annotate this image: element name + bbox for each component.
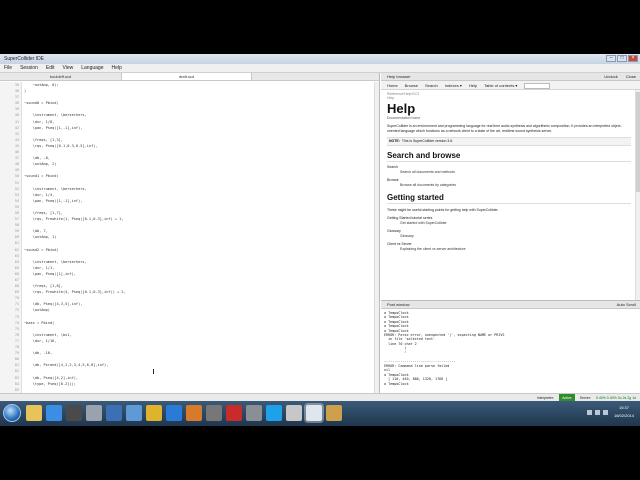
- code-editor[interactable]: bouldeff.scd draft.scd 35 36 37 38 39 40 41 42 4…: [0, 73, 380, 426]
- clock-time: 15:37: [618, 405, 629, 410]
- help-search-input[interactable]: [524, 82, 551, 89]
- supercollider-icon[interactable]: [306, 405, 322, 421]
- help-note-text: This is SuperCollider version 3.6: [401, 139, 453, 143]
- ie-icon[interactable]: [46, 405, 62, 421]
- help-browser-title: Help browser: [387, 74, 411, 79]
- desktop-screen: SuperCollider IDE – □ × File Session Edi…: [0, 54, 640, 426]
- help-close-button[interactable]: Close: [626, 73, 636, 81]
- code-icon[interactable]: [246, 405, 262, 421]
- help-help-button[interactable]: Help: [469, 81, 477, 89]
- audio-icon[interactable]: [286, 405, 302, 421]
- ie2-icon[interactable]: [166, 405, 182, 421]
- close-icon[interactable]: ×: [628, 55, 638, 62]
- help-toc-dropdown[interactable]: Table of contents ▾: [484, 81, 517, 89]
- help-content: Reference/Help/SC3 Help Help Documentati…: [387, 92, 631, 252]
- menu-view[interactable]: View: [62, 64, 73, 72]
- help-def-search: Search all documents and methods: [400, 170, 455, 174]
- help-scroll-thumb[interactable]: [636, 92, 640, 192]
- help-title: Help: [387, 101, 416, 116]
- media-icon[interactable]: [186, 405, 202, 421]
- help-toolbar: Home Browse Search Indexes ▾ Help Table …: [381, 81, 640, 90]
- help-home-button[interactable]: Home: [387, 81, 398, 89]
- post-autoscroll-toggle[interactable]: Auto Scroll: [617, 301, 636, 309]
- clock[interactable]: 15:37 16/02/2014: [614, 404, 634, 420]
- menu-session[interactable]: Session: [20, 64, 38, 72]
- tray-flag-icon[interactable]: [603, 410, 608, 415]
- window-title: SuperCollider IDE: [4, 56, 45, 62]
- help-def-client-server: Explaining the client vs server architec…: [400, 247, 466, 251]
- menu-edit[interactable]: Edit: [46, 64, 55, 72]
- calculator-icon[interactable]: [86, 405, 102, 421]
- post-window-header: Post window Auto Scroll: [381, 301, 640, 309]
- help-note: NOTE: This is SuperCollider version 3.6: [387, 137, 631, 146]
- help-def-browse: Browse all documents by categories: [400, 183, 457, 187]
- folder-icon[interactable]: [326, 405, 342, 421]
- system-tray: [587, 410, 608, 415]
- help-undock-button[interactable]: Undock: [604, 73, 618, 81]
- help-browser: Help browser Undock Close Home Browse Se…: [381, 73, 640, 300]
- line-number-gutter: 35 36 37 38 39 40 41 42 43 44 45 46 47 48 49 50 51 52 53 54…: [0, 82, 22, 426]
- editor-scrollbar[interactable]: [374, 82, 379, 393]
- menu-bar: File Session Edit View Language Help: [0, 64, 640, 73]
- help-intro: SuperCollider is an environment and prog…: [387, 124, 622, 133]
- taskbar: 15:37 16/02/2014: [0, 401, 640, 426]
- editor-tab-bar: bouldeff.scd draft.scd: [0, 73, 379, 81]
- help-browser-header: Help browser Undock Close: [381, 73, 640, 81]
- help-search-button[interactable]: Search: [425, 81, 438, 89]
- post-window: Post window Auto Scroll a TempoClock a Te…: [381, 300, 640, 393]
- network-icon[interactable]: [126, 405, 142, 421]
- tab-draft[interactable]: draft.scd: [122, 73, 252, 80]
- menu-help[interactable]: Help: [111, 64, 121, 72]
- tray-network-icon[interactable]: [587, 410, 592, 415]
- help-def-glossary: Glossary: [400, 234, 414, 238]
- post-line: a TempoClock: [384, 381, 409, 386]
- help-section-search: Search and browse: [387, 151, 631, 162]
- maximize-icon[interactable]: □: [617, 55, 627, 62]
- help-breadcrumb-2: Help: [387, 96, 395, 100]
- help-def-tutorial: Get started with SuperCollider: [400, 221, 447, 225]
- help-note-label: NOTE:: [389, 139, 400, 143]
- tab-bouldeff[interactable]: bouldeff.scd: [0, 73, 122, 80]
- help-getting-started-intro: These might be useful starting points fo…: [387, 208, 499, 212]
- code-text[interactable]: ~outAmp, 0);) ~sound0 = Pbind( \instrumen…: [24, 82, 374, 426]
- help-indexes-dropdown[interactable]: Indexes ▾: [445, 81, 462, 89]
- menu-language[interactable]: Language: [81, 64, 103, 72]
- help-scrollbar[interactable]: [635, 90, 640, 300]
- status-bar: Interpreter: Active Server: 0.40% 0.40% …: [0, 393, 640, 402]
- tray-volume-icon[interactable]: [595, 410, 600, 415]
- chrome-icon[interactable]: [146, 405, 162, 421]
- acrobat-icon[interactable]: [226, 405, 242, 421]
- skype-icon[interactable]: [266, 405, 282, 421]
- help-section-getting-started: Getting started: [387, 193, 631, 204]
- winamp-icon[interactable]: [66, 405, 82, 421]
- clock-date: 16/02/2014: [613, 413, 634, 418]
- dev-icon[interactable]: [106, 405, 122, 421]
- explorer-icon[interactable]: [26, 405, 42, 421]
- ableton-icon[interactable]: [206, 405, 222, 421]
- help-browse-button[interactable]: Browse: [405, 81, 418, 89]
- text-cursor: [153, 369, 154, 374]
- post-window-title: Post window: [387, 302, 410, 307]
- menu-file[interactable]: File: [4, 64, 12, 72]
- start-button[interactable]: [3, 404, 21, 422]
- post-output: a TempoClock a TempoClock a TempoClock a Te…: [384, 311, 504, 386]
- minimize-icon[interactable]: –: [606, 55, 616, 62]
- window-title-bar[interactable]: SuperCollider IDE – □ ×: [0, 54, 640, 64]
- help-subtitle: Documentation home: [387, 116, 421, 120]
